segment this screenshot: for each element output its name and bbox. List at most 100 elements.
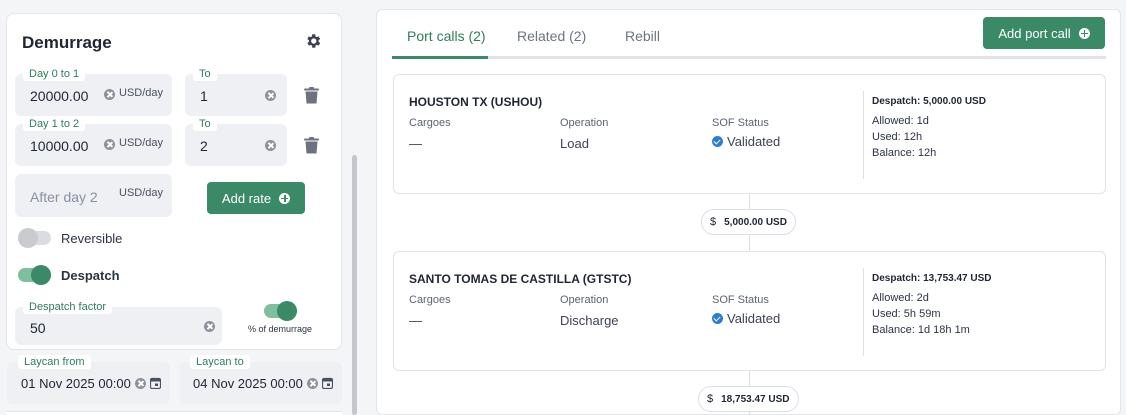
check-circle-icon [712, 313, 723, 324]
despatch-factor-label: Despatch factor [23, 300, 113, 314]
despatch-amount: Despatch: 13,753.47 USD [872, 273, 992, 284]
rate-1-value-field[interactable]: Day 0 to 1 20000.00 USD/day [15, 67, 172, 116]
rate-1-to-field[interactable]: To 1 [185, 67, 287, 116]
port-calls-panel: Port calls (2) Related (2) Rebill Add po… [376, 9, 1121, 415]
operation-value: Load [560, 136, 589, 151]
despatch-label: Despatch [61, 268, 120, 283]
sof-status-text: Validated [727, 311, 781, 326]
balance-time: Balance: 1d 18h 1m [872, 324, 970, 336]
operation-value: Discharge [560, 313, 619, 328]
used-time: Used: 5h 59m [872, 308, 941, 320]
rate-1-to-label: To [193, 67, 217, 81]
laycan-to-label: Laycan to [190, 355, 250, 369]
app-root: Demurrage Day 0 to 1 20000.00 USD/day To… [0, 0, 1126, 415]
cargoes-value: — [409, 136, 422, 151]
add-port-call-label: Add port call [998, 25, 1071, 41]
clear-icon[interactable] [307, 378, 318, 389]
tab-related[interactable]: Related (2) [517, 28, 586, 44]
plus-circle-icon [279, 192, 291, 204]
laycan-from-label: Laycan from [18, 355, 91, 369]
demurrage-panel: Demurrage Day 0 to 1 20000.00 USD/day To… [0, 0, 352, 415]
cargoes-label: Cargoes [409, 294, 451, 306]
after-day-unit: USD/day [119, 187, 164, 199]
allowed-time: Allowed: 2d [872, 292, 929, 304]
port-name: SANTO TOMAS DE CASTILLA (GTSTC) [409, 272, 632, 286]
toggle-knob [31, 265, 51, 285]
tab-divider [392, 56, 1106, 59]
sof-status-label: SOF Status [712, 117, 769, 129]
pct-demurrage-label: % of demurrage [248, 324, 313, 334]
add-rate-button[interactable]: Add rate [207, 182, 305, 214]
port-call-card[interactable]: HOUSTON TX (USHOU) Cargoes Operation SOF… [393, 74, 1106, 194]
cargoes-value: — [409, 313, 422, 328]
rate-2-day-label: Day 1 to 2 [23, 117, 86, 131]
clear-icon[interactable] [265, 140, 276, 151]
rate-1-to-value: 1 [200, 88, 208, 104]
toggle-knob [277, 301, 297, 321]
used-time: Used: 12h [872, 131, 923, 143]
pct-demurrage-toggle[interactable] [264, 301, 297, 321]
tab-port-calls[interactable]: Port calls (2) [407, 28, 486, 44]
rate-2-to-label: To [193, 117, 217, 131]
port-name: HOUSTON TX (USHOU) [409, 95, 543, 109]
demurrage-card: Demurrage Day 0 to 1 20000.00 USD/day To… [6, 13, 342, 350]
operation-label: Operation [560, 117, 609, 129]
running-total-amount: 18,753.47 USD [721, 393, 790, 405]
sof-status-label: SOF Status [712, 294, 769, 306]
tab-rebill[interactable]: Rebill [625, 28, 660, 44]
toggle-knob [18, 228, 38, 248]
trash-icon[interactable] [304, 87, 319, 104]
clear-icon[interactable] [265, 90, 276, 101]
running-total-pill: $ 5,000.00 USD [701, 209, 796, 235]
clear-icon[interactable] [204, 321, 215, 332]
laycan-from-value: 01 Nov 2025 00:00 [21, 376, 131, 391]
sof-status-value: Validated [712, 311, 780, 326]
calendar-icon[interactable] [150, 377, 161, 389]
demurrage-title: Demurrage [22, 33, 112, 52]
port-call-card[interactable]: SANTO TOMAS DE CASTILLA (GTSTC) Cargoes … [393, 251, 1106, 371]
active-tab-indicator [392, 56, 488, 59]
rate-2-value: 10000.00 [30, 138, 89, 154]
clear-icon[interactable] [135, 378, 146, 389]
add-rate-label: Add rate [221, 190, 272, 206]
scrollbar[interactable] [352, 155, 357, 415]
dollar-icon: $ [707, 393, 714, 405]
rate-2-to-field[interactable]: To 2 [185, 117, 287, 166]
running-total-amount: 5,000.00 USD [724, 216, 787, 228]
clear-icon[interactable] [104, 139, 115, 150]
rate-2-to-value: 2 [200, 138, 208, 154]
rate-2-value-field[interactable]: Day 1 to 2 10000.00 USD/day [15, 117, 172, 166]
trash-icon[interactable] [304, 137, 319, 154]
after-day-field[interactable]: After day 2 USD/day [15, 174, 172, 217]
running-total-pill: $ 18,753.47 USD [698, 386, 799, 412]
sof-status-text: Validated [727, 134, 781, 149]
reversible-label: Reversible [61, 231, 123, 246]
reversible-toggle[interactable] [18, 228, 51, 248]
plus-circle-icon [1078, 27, 1090, 39]
cargoes-label: Cargoes [409, 117, 451, 129]
calendar-icon[interactable] [322, 377, 333, 389]
laycan-to-field[interactable]: Laycan to 04 Nov 2025 00:00 [179, 355, 342, 404]
gear-icon[interactable] [304, 32, 322, 50]
rate-1-unit: USD/day [119, 87, 164, 99]
check-circle-icon [712, 136, 723, 147]
add-port-call-button[interactable]: Add port call [983, 17, 1105, 49]
divider [863, 91, 864, 179]
operation-label: Operation [560, 294, 609, 306]
despatch-factor-field[interactable]: Despatch factor 50 [15, 300, 222, 345]
allowed-time: Allowed: 1d [872, 115, 929, 127]
rate-2-unit: USD/day [119, 137, 164, 149]
divider [863, 268, 864, 356]
next-card-edge [6, 411, 342, 415]
dollar-icon: $ [710, 216, 717, 228]
balance-time: Balance: 12h [872, 147, 937, 159]
clear-icon[interactable] [104, 89, 115, 100]
after-day-placeholder: After day 2 [30, 189, 98, 205]
laycan-from-field[interactable]: Laycan from 01 Nov 2025 00:00 [7, 355, 170, 404]
rate-1-day-label: Day 0 to 1 [23, 67, 86, 81]
despatch-amount: Despatch: 5,000.00 USD [872, 96, 986, 107]
laycan-to-value: 04 Nov 2025 00:00 [193, 376, 303, 391]
despatch-toggle[interactable] [18, 265, 51, 285]
sof-status-value: Validated [712, 134, 780, 149]
rate-1-value: 20000.00 [30, 88, 89, 104]
